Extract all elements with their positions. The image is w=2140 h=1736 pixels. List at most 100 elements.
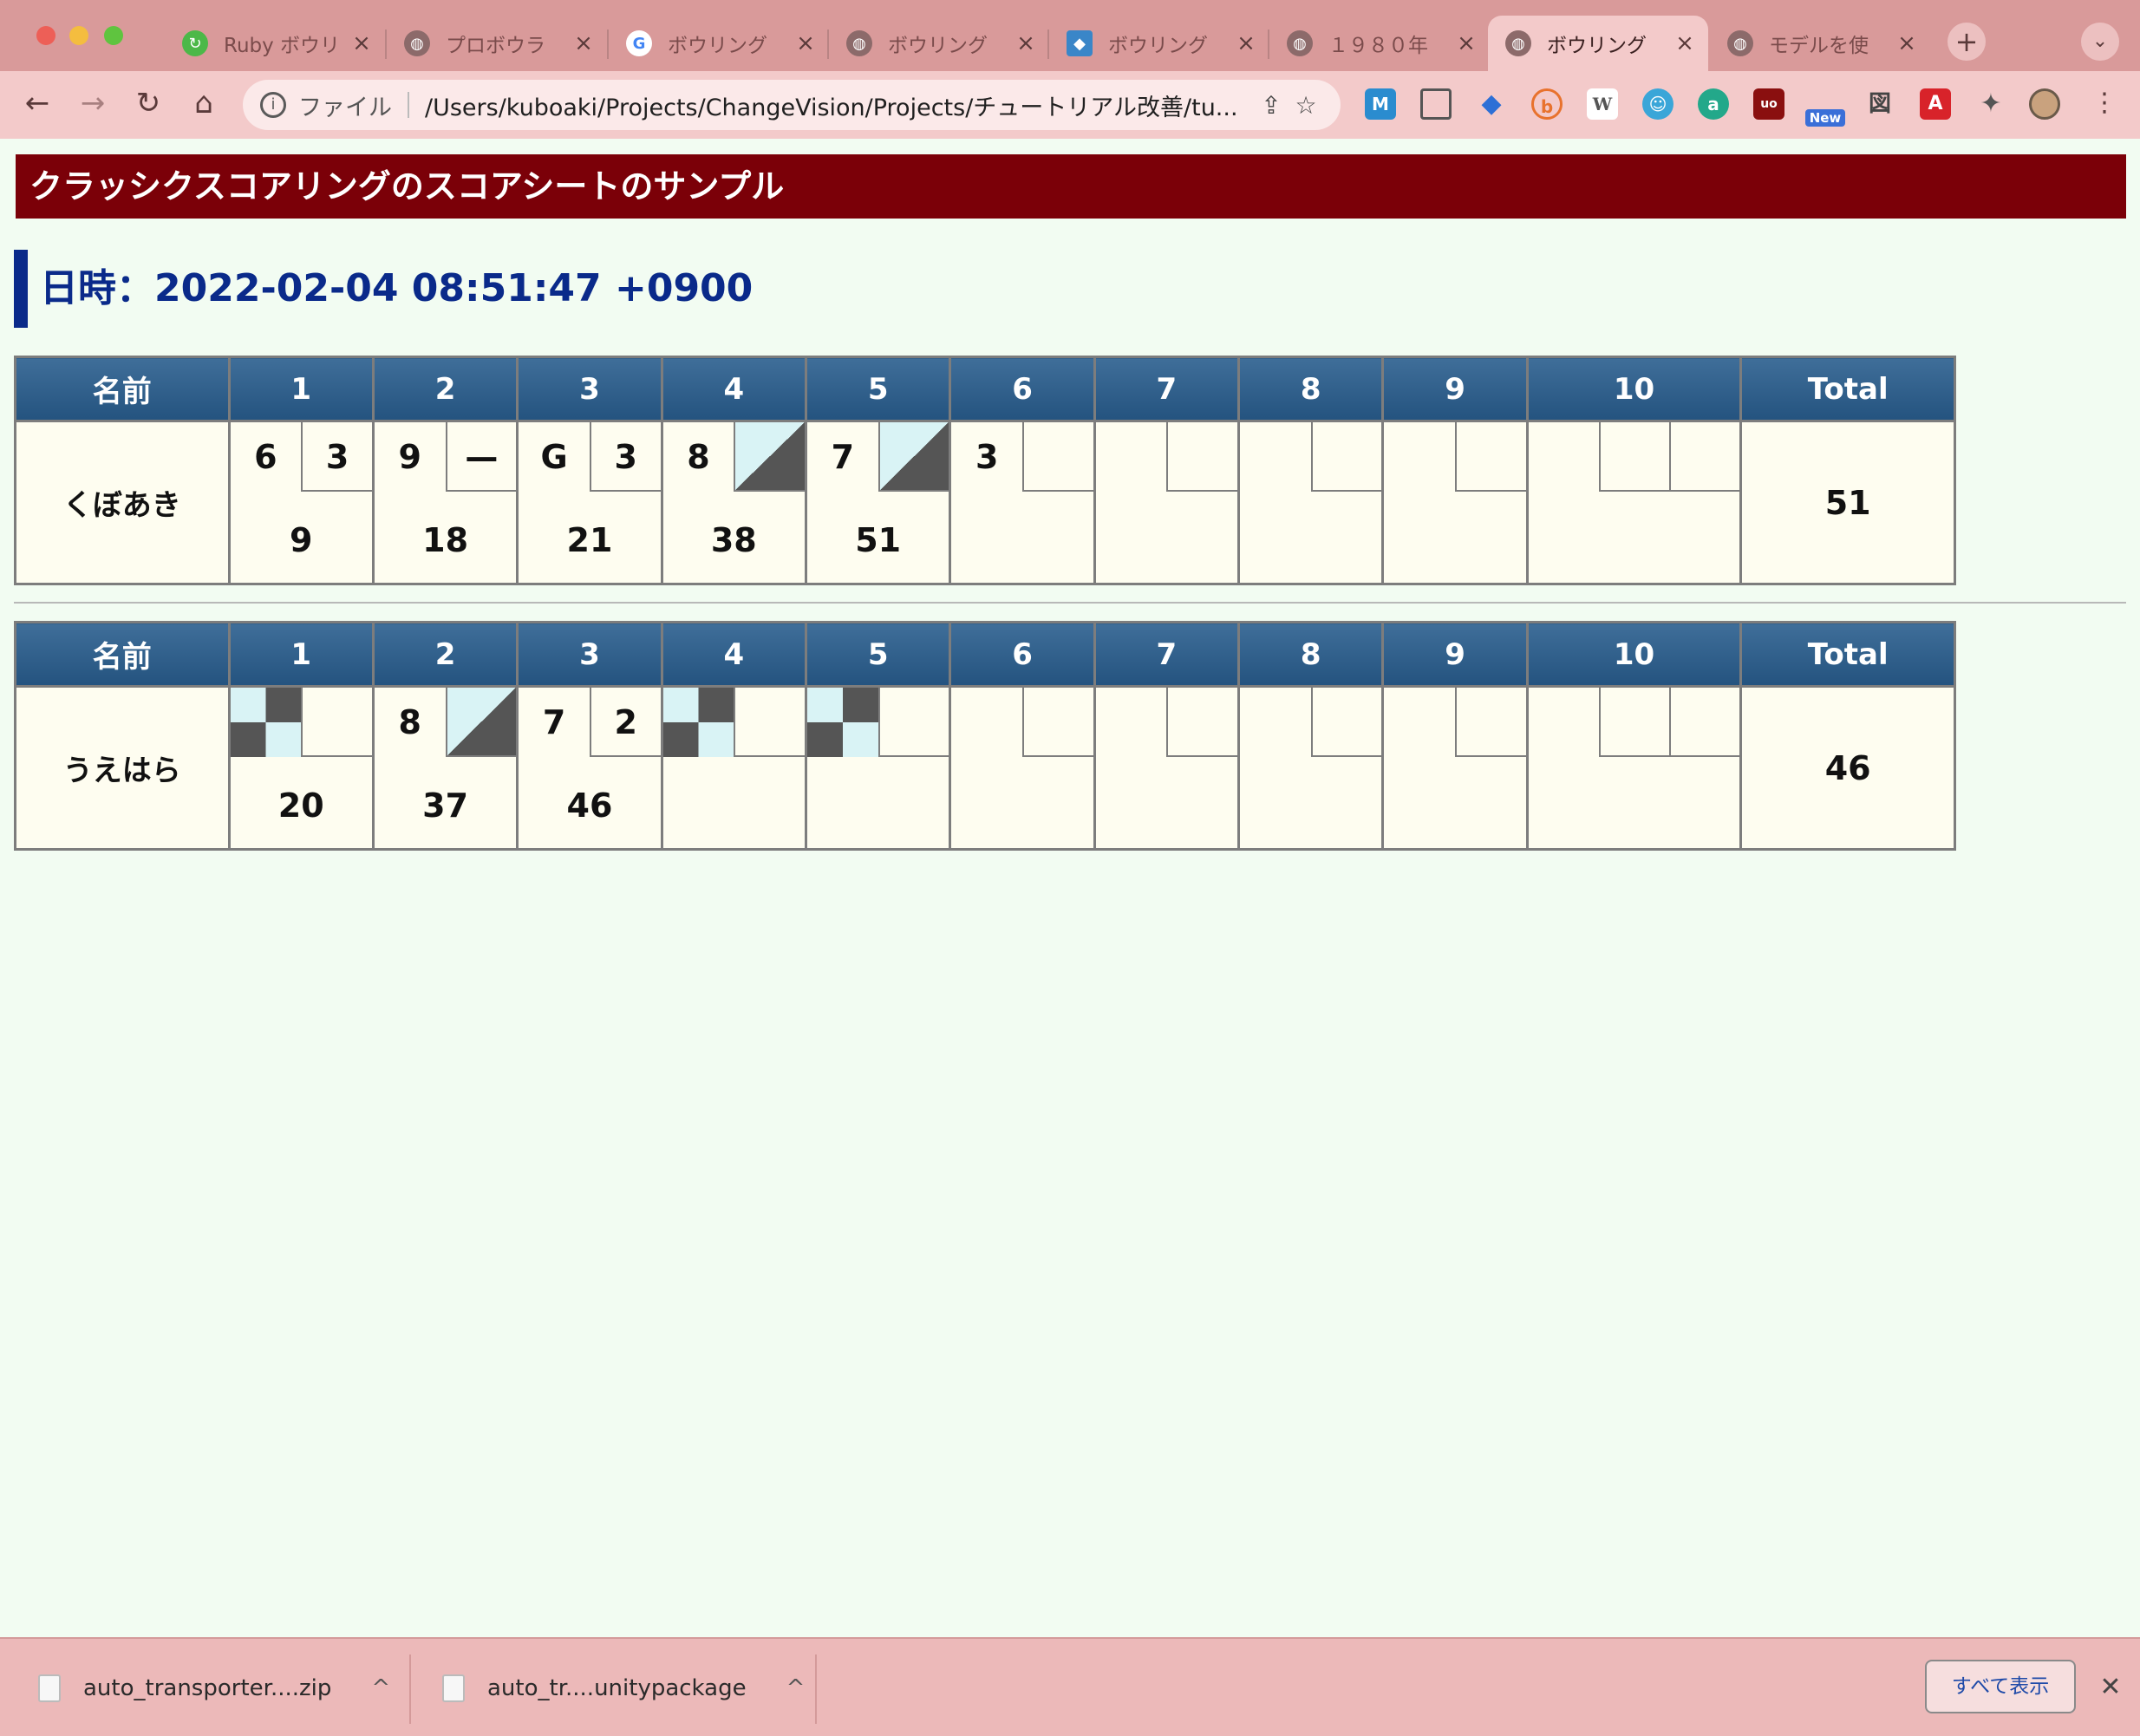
ublock-icon[interactable]: uo [1753,88,1784,120]
download-separator [815,1654,817,1724]
download-filename: auto_transporter....zip [83,1675,332,1701]
header-total: Total [1739,356,1956,422]
tab-close-icon[interactable]: × [1235,30,1257,56]
score-sheet: 名前 1 2 3 4 5 6 7 8 9 10 Total うえはら 20 8 3… [14,621,1956,851]
reload-icon[interactable]: ↻ [128,83,168,123]
frame-cell [660,685,807,851]
browser-tab[interactable]: ◍ １９８０年 × [1269,16,1490,71]
spare-mark-icon [734,422,805,492]
chevron-up-icon[interactable]: ^ [786,1675,806,1701]
puzzle-icon[interactable]: ✦ [1975,88,2006,120]
strike-mark-icon [662,688,734,757]
new-tab-button[interactable]: + [1948,23,1986,61]
browser-tab[interactable]: ◍ ボウリング × [829,16,1049,71]
m-icon[interactable]: M [1365,88,1396,120]
browser-tab[interactable]: ◍ モデルを使 × [1710,16,1930,71]
frame-cell [1093,685,1241,851]
screenshot-icon[interactable] [1420,88,1452,120]
window-close-button[interactable] [36,26,55,45]
frame-cell [949,685,1096,851]
browser-tab[interactable]: ↻ Ruby ボウリ × [165,16,385,71]
frame-cell: 63 9 [227,420,375,585]
sheet-header-row: 名前 1 2 3 4 5 6 7 8 9 10 Total [14,621,1956,688]
tab-close-icon[interactable]: × [1674,30,1696,56]
kebab-menu-icon[interactable]: ⋮ [2085,83,2124,123]
info-icon[interactable]: i [260,92,286,118]
home-icon[interactable]: ⌂ [184,83,224,123]
tab-close-icon[interactable]: × [350,30,373,56]
frame-score [951,497,1093,584]
ruby-logo-icon: ↻ [182,30,208,56]
date-heading: 日時：2022-02-04 08:51:47 +0900 [14,250,753,328]
frame-10-box [1668,422,1740,492]
roll-1: 8 [687,438,710,476]
player-name: くぼあき [14,420,231,585]
download-filename: auto_tr....unitypackage [487,1675,747,1701]
acrobat-icon[interactable]: A [1920,88,1951,120]
header-frame: 6 [949,356,1096,422]
frame-10-box [1598,422,1669,492]
browser-tab[interactable]: ◆ ボウリング × [1049,16,1269,71]
share-icon[interactable]: ⇪ [1254,91,1289,120]
bookmark-star-icon[interactable]: ☆ [1289,91,1323,120]
player-row: くぼあき 639 9—18 G 3 21 8 38 7 51 3 51 [14,420,1956,585]
roll-2 [1310,688,1382,757]
browser-tab-active[interactable]: ◍ ボウリング × [1488,16,1708,71]
frame-score [807,762,949,849]
roll-2 [1166,422,1238,492]
diamond-icon[interactable]: ◆ [1476,88,1507,120]
download-item[interactable]: auto_transporter....zip ^ [38,1639,390,1736]
frame-score [1240,497,1381,584]
tab-search-button[interactable]: ⌄ [2081,23,2119,61]
w-icon[interactable]: W [1587,88,1618,120]
frame-cell [1237,420,1385,585]
roll-2 [1455,688,1526,757]
roll-2: 3 [589,422,661,492]
frame-score: 38 [710,521,757,559]
header-frame: 7 [1093,621,1241,688]
header-frame: 3 [516,356,663,422]
tab-close-icon[interactable]: × [794,30,817,56]
tab-strip: ↻ Ruby ボウリ × ◍ プロボウラ × G ボウリング × ◍ ボウリング… [0,0,2140,71]
spare-mark-icon [445,688,517,757]
new-ext-icon[interactable]: New [1805,109,1845,127]
download-separator [409,1654,411,1724]
download-bar: auto_transporter....zip ^ auto_tr....uni… [0,1637,2140,1736]
tab-title: ボウリング [1108,35,1208,57]
close-icon[interactable]: ✕ [2095,1668,2126,1707]
show-all-downloads-button[interactable]: すべて表示 [1925,1660,2076,1713]
roll-2: 2 [589,688,661,757]
qr-icon[interactable]: 図 [1864,88,1895,120]
tab-close-icon[interactable]: × [1455,30,1478,56]
header-frame: 10 [1525,356,1743,422]
address-url[interactable]: /Users/kuboaki/Projects/ChangeVision/Pro… [425,88,1254,122]
forward-arrow-icon[interactable]: → [73,83,113,123]
back-arrow-icon[interactable]: ← [17,83,57,123]
roll-1 [1240,422,1311,492]
browser-tab[interactable]: G ボウリング × [609,16,829,71]
frame-score: 20 [277,786,324,825]
header-frame: 1 [227,621,375,688]
browser-tab[interactable]: ◍ プロボウラ × [387,16,607,71]
ghost-icon[interactable]: ☺ [1642,88,1674,120]
address-scheme: ファイル [298,94,392,121]
b-icon[interactable]: b [1531,88,1563,120]
roll-2: 3 [301,422,372,492]
frame-score: 46 [566,786,613,825]
tab-close-icon[interactable]: × [1895,30,1918,56]
a-icon[interactable]: a [1698,88,1729,120]
frame-score: 51 [855,521,902,559]
tab-close-icon[interactable]: × [572,30,595,56]
tab-title: プロボウラ [446,35,545,57]
address-bar[interactable]: i ファイル /Users/kuboaki/Projects/ChangeVis… [243,80,1341,130]
window-minimize-button[interactable] [69,26,88,45]
frame-score: 37 [422,786,469,825]
roll-2 [1022,688,1093,757]
header-frame: 10 [1525,621,1743,688]
tab-close-icon[interactable]: × [1015,30,1037,56]
avatar[interactable] [2029,88,2060,120]
download-item[interactable]: auto_tr....unitypackage ^ [442,1639,805,1736]
roll-2 [734,688,805,757]
chevron-up-icon[interactable]: ^ [371,1675,390,1701]
window-maximize-button[interactable] [104,26,123,45]
